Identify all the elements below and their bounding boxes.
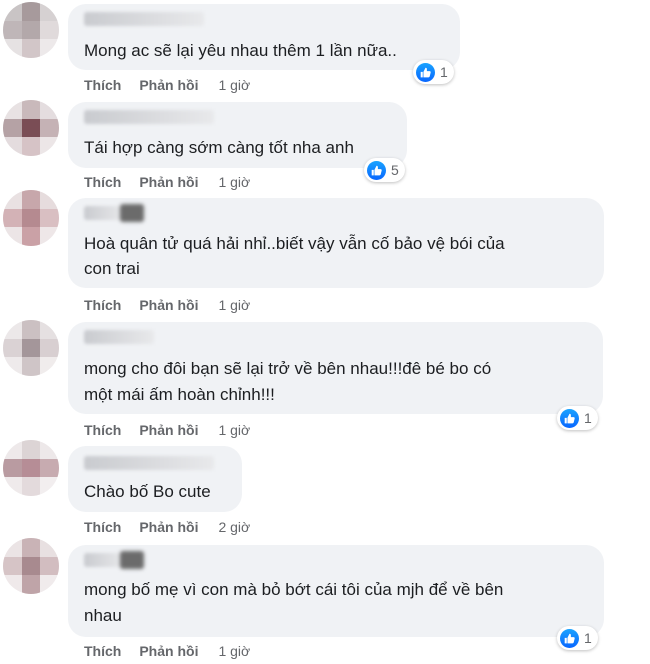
reply-button[interactable]: Phản hồi	[139, 174, 198, 190]
comment-bubble: Tái hợp càng sớm càng tốt nha anh	[68, 102, 407, 168]
reply-button[interactable]: Phản hồi	[139, 643, 198, 659]
comment-text-line-2: một mái ấm hoàn chỉnh!!!	[84, 385, 275, 404]
avatar[interactable]	[3, 538, 59, 594]
comment-bubble: Hoà quân tử quá hải nhỉ..biết vậy vẫn cố…	[68, 198, 604, 288]
comment-bubble: Chào bố Bo cute	[68, 446, 242, 512]
like-button[interactable]: Thích	[84, 77, 121, 93]
like-button[interactable]: Thích	[84, 174, 121, 190]
reaction-count-badge[interactable]: 5	[364, 158, 405, 182]
timestamp[interactable]: 1 giờ	[218, 643, 250, 659]
reaction-count-badge[interactable]: 1	[557, 626, 598, 650]
like-thumb-icon	[416, 62, 435, 82]
avatar[interactable]	[3, 320, 59, 376]
comment-actions: Thích Phản hồi 1 giờ	[84, 641, 250, 661]
timestamp[interactable]: 2 giờ	[218, 519, 250, 535]
avatar[interactable]	[3, 2, 59, 58]
reply-button[interactable]: Phản hồi	[139, 519, 198, 535]
like-thumb-icon	[560, 408, 579, 428]
reply-button[interactable]: Phản hồi	[139, 422, 198, 438]
comment-bubble: Mong ac sẽ lại yêu nhau thêm 1 lần nữa..	[68, 4, 460, 70]
like-button[interactable]: Thích	[84, 643, 121, 659]
author-name-redacted	[84, 204, 144, 222]
avatar[interactable]	[3, 100, 59, 156]
avatar[interactable]	[3, 440, 59, 496]
author-name-redacted	[84, 110, 214, 124]
timestamp[interactable]: 1 giờ	[218, 77, 250, 93]
comment-text-line-2: nhau	[84, 606, 122, 625]
reaction-count: 5	[391, 162, 399, 178]
reaction-count: 1	[584, 410, 592, 426]
comment-text-line-1: Mong ac sẽ lại yêu nhau thêm 1 lần nữa..	[84, 41, 397, 60]
reply-button[interactable]: Phản hồi	[139, 297, 198, 313]
comment-bubble: mong cho đôi bạn sẽ lại trở về bên nhau!…	[68, 322, 603, 414]
like-button[interactable]: Thích	[84, 297, 121, 313]
comment-actions: Thích Phản hồi 2 giờ	[84, 517, 250, 537]
comment-text-line-1: mong bố mẹ vì con mà bỏ bớt cái tôi của …	[84, 580, 504, 599]
author-name-redacted	[84, 551, 144, 569]
avatar[interactable]	[3, 190, 59, 246]
like-button[interactable]: Thích	[84, 519, 121, 535]
comment-text-line-1: Chào bố Bo cute	[84, 482, 211, 501]
reply-button[interactable]: Phản hồi	[139, 77, 198, 93]
comment-text-line-1: mong cho đôi bạn sẽ lại trở về bên nhau!…	[84, 359, 492, 378]
like-button[interactable]: Thích	[84, 422, 121, 438]
comment-actions: Thích Phản hồi 1 giờ	[84, 172, 250, 192]
comment-actions: Thích Phản hồi 1 giờ	[84, 295, 250, 315]
comment-text-line-1: Hoà quân tử quá hải nhỉ..biết vậy vẫn cố…	[84, 234, 505, 253]
like-thumb-icon	[367, 160, 386, 180]
comment-text-line-1: Tái hợp càng sớm càng tốt nha anh	[84, 138, 354, 157]
comment-bubble: mong bố mẹ vì con mà bỏ bớt cái tôi của …	[68, 545, 604, 637]
author-name-redacted	[84, 330, 154, 344]
reaction-count: 1	[440, 64, 448, 80]
like-thumb-icon	[560, 628, 579, 648]
reaction-count-badge[interactable]: 1	[557, 406, 598, 430]
reaction-count: 1	[584, 630, 592, 646]
timestamp[interactable]: 1 giờ	[218, 174, 250, 190]
reaction-count-badge[interactable]: 1	[413, 60, 454, 84]
comment-actions: Thích Phản hồi 1 giờ	[84, 75, 250, 95]
comment-actions: Thích Phản hồi 1 giờ	[84, 420, 250, 440]
author-name-redacted	[84, 12, 204, 26]
comment-text-line-2: con trai	[84, 259, 140, 278]
timestamp[interactable]: 1 giờ	[218, 297, 250, 313]
author-name-redacted	[84, 456, 214, 470]
timestamp[interactable]: 1 giờ	[218, 422, 250, 438]
